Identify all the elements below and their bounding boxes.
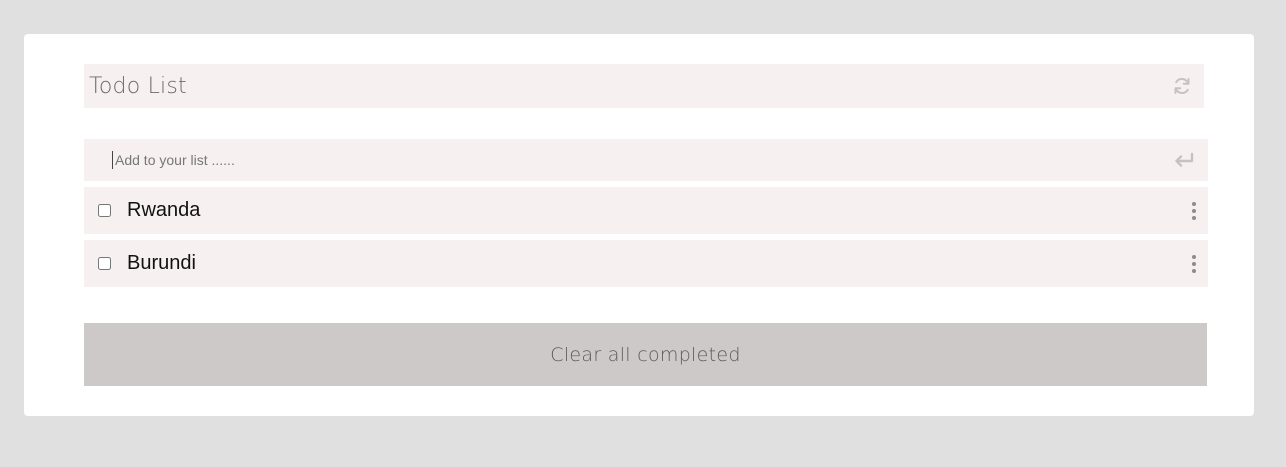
enter-icon[interactable] bbox=[1172, 148, 1196, 172]
todo-header: Todo List bbox=[84, 64, 1204, 108]
todo-text: Burundi bbox=[127, 252, 196, 274]
add-todo-input[interactable] bbox=[112, 151, 1172, 169]
refresh-icon[interactable] bbox=[1170, 74, 1194, 98]
more-vertical-icon[interactable] bbox=[1186, 252, 1202, 276]
todo-checkbox[interactable] bbox=[98, 257, 111, 270]
todo-item: Rwanda bbox=[84, 187, 1208, 234]
todo-text: Rwanda bbox=[127, 199, 201, 221]
clear-completed-button[interactable]: Clear all completed bbox=[84, 323, 1207, 386]
todo-list: Rwanda Burundi bbox=[84, 187, 1208, 293]
add-todo-row bbox=[84, 139, 1208, 181]
page-title: Todo List bbox=[89, 73, 187, 99]
more-vertical-icon[interactable] bbox=[1186, 199, 1202, 223]
todo-card: Todo List Rwanda Burundi bbox=[24, 34, 1254, 416]
todo-checkbox[interactable] bbox=[98, 204, 111, 217]
todo-item: Burundi bbox=[84, 240, 1208, 287]
